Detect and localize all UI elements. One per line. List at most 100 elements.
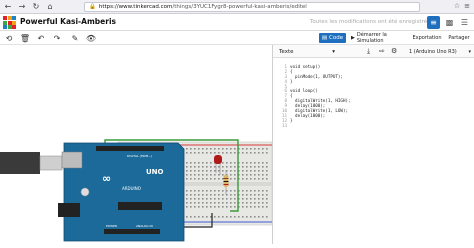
breadboard-hole <box>222 152 224 154</box>
breadboard-hole <box>210 170 212 172</box>
breadboard-hole <box>234 174 236 176</box>
breadboard-hole <box>250 194 252 196</box>
breadboard-hole <box>198 166 200 168</box>
breadboard-hole <box>262 206 264 208</box>
breadboard-hole <box>266 174 268 176</box>
code-line[interactable]: pinMode(1, OUTPUT); <box>290 74 351 80</box>
component-list-icon[interactable]: ☰ <box>458 16 471 29</box>
breadboard-hole <box>194 178 196 180</box>
breadboard-hole <box>266 162 268 164</box>
breadboard-hole <box>218 198 220 200</box>
notes-icon[interactable]: ✎ <box>70 33 80 43</box>
redo-icon[interactable]: ↷ <box>52 33 62 43</box>
breadboard-hole <box>186 190 188 192</box>
chevron-down-icon: ▾ <box>468 48 471 55</box>
breadboard-hole <box>210 178 212 180</box>
reload-icon[interactable]: ↻ <box>30 1 42 13</box>
breadboard-hole <box>206 198 208 200</box>
forward-icon[interactable]: → <box>16 1 28 13</box>
breadboard-hole <box>242 190 244 192</box>
code-button[interactable]: ▤ Code <box>319 33 346 43</box>
breadboard-hole <box>234 152 236 154</box>
menu-icon[interactable]: ≡ <box>464 2 470 10</box>
breadboard-hole <box>190 206 192 208</box>
schematic-view-icon[interactable]: ▩ <box>443 16 456 29</box>
breadboard-hole <box>214 166 216 168</box>
breadboard-hole <box>234 206 236 208</box>
breadboard-hole <box>226 206 228 208</box>
browser-toolbar: ← → ↻ ⌂ 🔒 https://www.tinkercad.com /thi… <box>0 0 474 14</box>
breadboard-hole <box>206 152 208 154</box>
breadboard-hole <box>234 194 236 196</box>
breadboard-hole <box>210 148 212 150</box>
breadboard-hole <box>222 190 224 192</box>
breadboard-hole <box>218 152 220 154</box>
breadboard-hole <box>198 194 200 196</box>
breadboard-hole <box>186 170 188 172</box>
back-icon[interactable]: ← <box>2 1 14 13</box>
breadboard-hole <box>250 190 252 192</box>
home-icon[interactable]: ⌂ <box>44 1 56 13</box>
view-icon[interactable]: 👁 <box>86 33 96 43</box>
breadboard-hole <box>250 198 252 200</box>
breadboard-hole <box>254 190 256 192</box>
breadboard-hole <box>206 190 208 192</box>
code-line[interactable] <box>290 124 351 129</box>
breadboard-hole <box>262 194 264 196</box>
breadboard-hole <box>206 166 208 168</box>
breadboard-hole <box>262 216 264 218</box>
breadboard-hole <box>206 202 208 204</box>
code-button-label: Code <box>329 35 344 41</box>
breadboard-hole <box>234 190 236 192</box>
breadboard-hole <box>266 148 268 150</box>
debug-icon[interactable]: ⚙ <box>391 47 397 55</box>
breadboard-hole <box>194 198 196 200</box>
breadboard-hole <box>218 194 220 196</box>
breadboard-hole <box>242 174 244 176</box>
breadboard-hole <box>194 166 196 168</box>
address-bar[interactable]: 🔒 https://www.tinkercad.com /things/3YUC… <box>84 2 420 12</box>
code-panel-toolbar: Texte ▾ ⤓ ⇨ ⚙ 1 (Arduino Uno R3) ▾ <box>273 45 474 58</box>
breadboard-hole <box>202 194 204 196</box>
circuit-drawing[interactable]: ∞ DIGITAL (PWM~) UNO ARDUINO POWER ANALO… <box>0 45 273 244</box>
arduino-uno-board[interactable]: ∞ DIGITAL (PWM~) UNO ARDUINO POWER ANALO… <box>58 142 185 242</box>
breadboard-hole <box>194 202 196 204</box>
breadboard-hole <box>262 178 264 180</box>
circuit-view-icon[interactable]: ≡ <box>427 16 440 29</box>
delete-icon[interactable]: 🗑 <box>20 33 30 43</box>
board-select[interactable]: 1 (Arduino Uno R3) ▾ <box>407 47 473 56</box>
start-simulation-button[interactable]: ▶ Démarrer la Simulation <box>349 32 411 44</box>
code-editor[interactable]: 1 2 3 4 5 6 7 8 9 10 11 12 13 void setup(){ pinMode(… <box>273 59 474 244</box>
undo-icon[interactable]: ↶ <box>36 33 46 43</box>
breadboard-hole <box>206 170 208 172</box>
breadboard-hole <box>198 148 200 150</box>
breadboard-hole <box>206 216 208 218</box>
url-path: /things/3YUC1Fygr8-powerful-kasi-amberis… <box>172 4 307 10</box>
breadboard-hole <box>222 166 224 168</box>
breadboard-hole <box>206 162 208 164</box>
breadboard-hole <box>198 174 200 176</box>
rotate-icon[interactable]: ⟲ <box>4 33 14 43</box>
circuit-canvas[interactable]: ∞ DIGITAL (PWM~) UNO ARDUINO POWER ANALO… <box>0 45 273 244</box>
breadboard-hole <box>222 194 224 196</box>
breadboard-hole <box>250 162 252 164</box>
breadboard-hole <box>242 198 244 200</box>
tinkercad-logo-icon[interactable] <box>3 16 16 29</box>
breadboard-hole <box>210 202 212 204</box>
download-icon[interactable]: ⤓ <box>367 47 370 56</box>
share-button[interactable]: Partager <box>444 33 474 43</box>
breadboard-hole <box>258 148 260 150</box>
breadboard-hole <box>266 216 268 218</box>
export-button[interactable]: Exportation <box>411 33 443 43</box>
breadboard-hole <box>186 202 188 204</box>
breadboard-hole <box>262 190 264 192</box>
bookmark-icon[interactable]: ☆ <box>454 2 460 10</box>
project-title[interactable]: Powerful Kasi-Amberis <box>20 17 116 26</box>
breadboard-hole <box>186 194 188 196</box>
code-mode-select[interactable]: Texte ▾ <box>277 47 337 56</box>
upload-icon[interactable]: ⇨ <box>379 47 385 55</box>
breadboard-hole <box>258 152 260 154</box>
breadboard-hole <box>226 216 228 218</box>
breadboard-hole <box>218 216 220 218</box>
code-text[interactable]: void setup(){ pinMode(1, OUTPUT);} void … <box>290 64 351 129</box>
